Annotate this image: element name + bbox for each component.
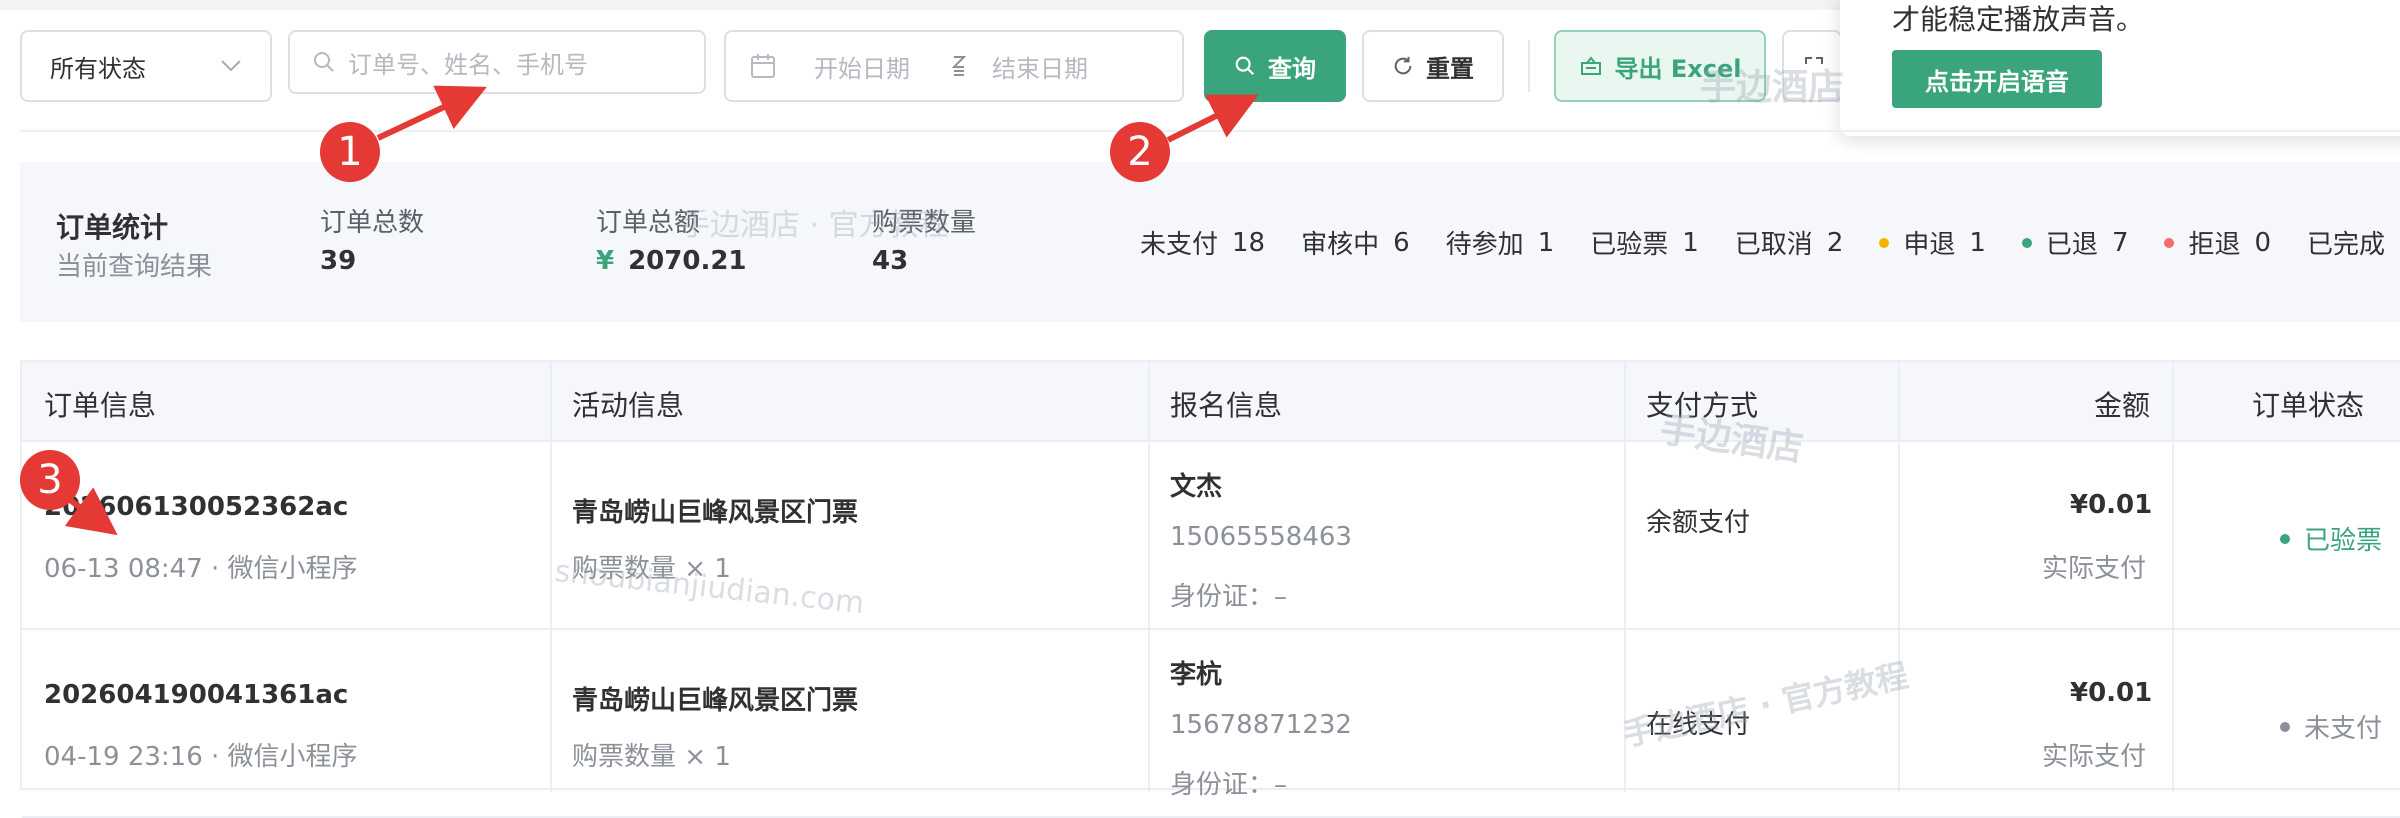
order-status: 未支付 — [2280, 708, 2382, 745]
query-button[interactable]: 查询 — [1204, 30, 1346, 102]
status-select[interactable]: 所有状态 — [20, 30, 272, 102]
total-amount-value: 2070.21 — [628, 246, 747, 276]
attendee-phone: 15065558463 — [1170, 522, 1352, 552]
status-count-cancelled[interactable]: 已取消 2 — [1735, 224, 1844, 261]
payment-method: 在线支付 — [1646, 710, 1751, 740]
search-icon — [314, 52, 334, 72]
orders-table: 订单信息 活动信息 报名信息 支付方式 金额 订单状态 202606130052… — [20, 360, 2400, 818]
column-header: 报名信息 — [1170, 389, 1283, 422]
status-dot — [2280, 533, 2290, 544]
chevron-down-icon — [221, 60, 241, 72]
toolbar-divider-line — [20, 130, 2400, 132]
search-input[interactable]: 订单号、姓名、手机号 — [288, 30, 706, 94]
status-dot — [2164, 237, 2175, 248]
export-excel-button[interactable]: 导出 Excel — [1554, 30, 1766, 102]
date-end-input[interactable]: 结束日期 — [992, 49, 1088, 84]
fullscreen-button[interactable] — [1782, 30, 1842, 102]
ticket-quantity: 购票数量 × 1 — [572, 554, 731, 584]
status-dot — [2280, 721, 2290, 732]
table-row[interactable]: 202606130052362ac 06-13 08:47 · 微信小程序 青岛… — [22, 442, 2400, 630]
order-status: 已验票 — [2280, 520, 2382, 557]
attendee-name: 李杭 — [1170, 660, 1223, 690]
order-number[interactable]: 202606130052362ac — [44, 492, 348, 522]
currency-symbol: ¥ — [596, 246, 615, 276]
activity-name: 青岛崂山巨峰风景区门票 — [572, 498, 859, 528]
order-number[interactable]: 202604190041361ac — [44, 680, 348, 710]
annotation-badge-1: 1 — [320, 122, 380, 182]
status-count-reviewing[interactable]: 审核中 6 — [1301, 224, 1410, 261]
status-dot — [1879, 237, 1890, 248]
toolbar-divider — [1528, 40, 1530, 92]
range-separator-icon — [952, 56, 966, 76]
attendee-id-card: 身份证：– — [1170, 770, 1288, 800]
search-placeholder: 订单号、姓名、手机号 — [348, 50, 588, 79]
voice-prompt-popup: 才能稳定播放声音。 点击开启语音 — [1840, 0, 2400, 136]
status-counts: 未支付 18 审核中 6 待参加 1 已验票 1 已取消 2 申退 1 已退 7 拒退 0 已完… — [1140, 224, 2400, 261]
arrow-2 — [1166, 94, 1259, 143]
total-orders-label: 订单总数 — [320, 208, 425, 238]
total-orders-value: 39 — [320, 246, 357, 276]
enable-voice-button[interactable]: 点击开启语音 — [1892, 50, 2102, 108]
order-meta: 06-13 08:47 · 微信小程序 — [44, 554, 358, 584]
total-amount: ¥2070.21 — [596, 246, 747, 276]
stats-title: 订单统计 — [56, 211, 169, 244]
status-dot — [2021, 237, 2032, 248]
reset-button-label: 重置 — [1426, 54, 1474, 83]
annotation-badge-2: 2 — [1110, 122, 1170, 182]
total-amount-label: 订单总额 — [596, 208, 701, 238]
order-stats-panel: 订单统计 当前查询结果 订单总数 39 订单总额 ¥2070.21 购票数量 4… — [20, 162, 2400, 322]
amount: ¥0.01 — [2070, 490, 2153, 520]
ticket-count-value: 43 — [872, 246, 909, 276]
column-header: 订单信息 — [44, 389, 157, 422]
status-count-completed[interactable]: 已完成3 — [2307, 224, 2400, 261]
reset-button[interactable]: 重置 — [1362, 30, 1504, 102]
attendee-phone: 15678871232 — [1170, 710, 1352, 740]
fullscreen-icon — [1805, 57, 1823, 64]
table-header: 订单信息 活动信息 报名信息 支付方式 金额 订单状态 — [22, 362, 2400, 442]
status-count-pending[interactable]: 待参加 1 — [1446, 224, 1555, 261]
search-icon — [1235, 56, 1255, 76]
column-header: 活动信息 — [572, 389, 685, 422]
refresh-icon — [1394, 56, 1412, 75]
status-count-verified[interactable]: 已验票 1 — [1590, 224, 1699, 261]
attendee-name: 文杰 — [1170, 472, 1223, 502]
column-header: 金额 — [2094, 389, 2151, 422]
stats-subtitle: 当前查询结果 — [56, 252, 213, 282]
export-button-label: 导出 Excel — [1614, 54, 1742, 83]
column-header: 支付方式 — [1646, 389, 1759, 422]
status-count-unpaid[interactable]: 未支付 18 — [1140, 224, 1265, 261]
activity-name: 青岛崂山巨峰风景区门票 — [572, 686, 859, 716]
amount: ¥0.01 — [2070, 678, 2153, 708]
payment-method: 余额支付 — [1646, 508, 1751, 538]
status-select-value: 所有状态 — [50, 54, 146, 83]
status-count-refund-requested[interactable]: 申退 1 — [1879, 224, 1986, 261]
attendee-id-card: 身份证：– — [1170, 582, 1288, 612]
ticket-count-label: 购票数量 — [872, 208, 977, 238]
column-header: 订单状态 — [2252, 389, 2365, 422]
amount-note: 实际支付 — [2042, 554, 2147, 584]
download-icon — [1580, 56, 1601, 75]
annotation-badge-3: 3 — [20, 450, 80, 510]
popup-message: 才能稳定播放声音。 — [1892, 3, 2145, 36]
status-count-refund-rejected[interactable]: 拒退 0 — [2164, 224, 2271, 261]
status-count-refunded[interactable]: 已退 7 — [2021, 224, 2128, 261]
ticket-quantity: 购票数量 × 1 — [572, 742, 731, 772]
order-meta: 04-19 23:16 · 微信小程序 — [44, 742, 358, 772]
date-range-picker[interactable]: 开始日期 结束日期 — [724, 30, 1184, 102]
date-start-input[interactable]: 开始日期 — [814, 49, 910, 84]
calendar-icon — [751, 54, 775, 78]
amount-note: 实际支付 — [2042, 742, 2147, 772]
query-button-label: 查询 — [1268, 54, 1316, 83]
